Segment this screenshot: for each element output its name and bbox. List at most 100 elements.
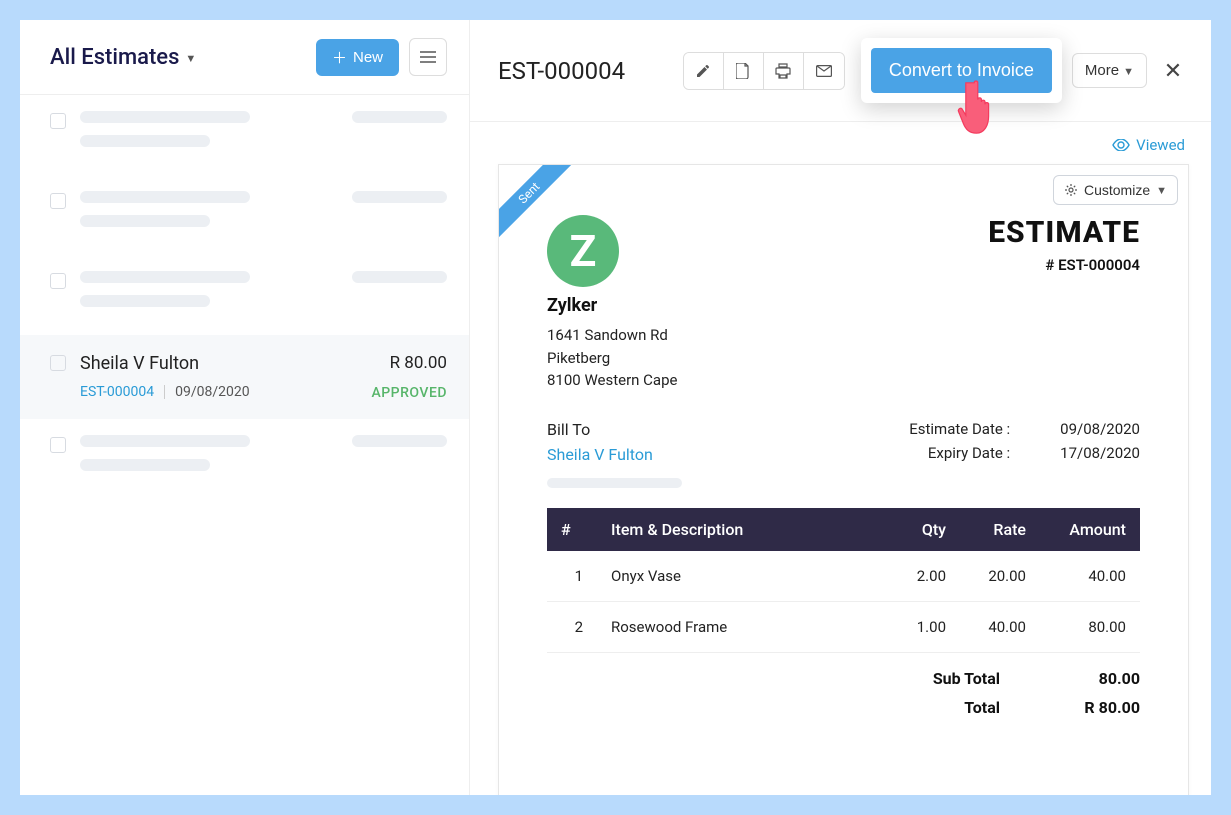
list-item[interactable] (20, 255, 469, 335)
more-button[interactable]: More ▼ (1072, 53, 1147, 88)
filter-dropdown[interactable]: All Estimates ▼ (50, 45, 196, 70)
placeholder-line (352, 271, 447, 283)
gear-icon (1064, 183, 1078, 197)
list-header: All Estimates ▼ ＋ New (20, 20, 469, 95)
ribbon-label: Sent (499, 165, 578, 242)
placeholder-line (80, 135, 210, 147)
pdf-icon (736, 63, 750, 79)
company-address-line: Piketberg (547, 347, 677, 370)
company-name: Zylker (547, 295, 677, 316)
row-estimate-number[interactable]: EST-000004 (80, 384, 154, 400)
placeholder-line (352, 111, 447, 123)
pencil-icon (695, 63, 711, 79)
placeholder-line (80, 191, 250, 203)
col-amount: Amount (1040, 508, 1140, 551)
row-checkbox[interactable] (50, 113, 66, 129)
list-item-selected[interactable]: Sheila V Fulton EST-000004 09/08/2020 R … (20, 335, 469, 419)
eye-icon (1112, 139, 1130, 151)
caret-down-icon: ▼ (185, 52, 196, 65)
placeholder-line (80, 111, 250, 123)
company-address-line: 8100 Western Cape (547, 369, 677, 392)
printer-icon (775, 63, 791, 79)
placeholder-line (80, 459, 210, 471)
placeholder-line (352, 191, 447, 203)
plus-icon: ＋ (332, 47, 347, 68)
row-date: 09/08/2020 (175, 384, 250, 400)
table-row: 1Onyx Vase2.0020.0040.00 (547, 551, 1140, 602)
placeholder-line (547, 478, 682, 488)
list-item[interactable] (20, 95, 469, 175)
placeholder-line (352, 435, 447, 447)
viewed-indicator: Viewed (498, 122, 1189, 164)
pdf-button[interactable] (724, 53, 764, 89)
placeholder-line (80, 295, 210, 307)
edit-button[interactable] (684, 53, 724, 89)
row-checkbox[interactable] (50, 193, 66, 209)
cell-rate: 20.00 (960, 551, 1040, 602)
row-checkbox[interactable] (50, 355, 66, 371)
estimate-number: # EST-000004 (988, 256, 1140, 274)
new-button[interactable]: ＋ New (316, 39, 399, 76)
estimate-heading: ESTIMATE (988, 215, 1140, 250)
divider (164, 385, 165, 399)
row-checkbox[interactable] (50, 437, 66, 453)
expiry-date-label: Expiry Date : (928, 444, 1010, 462)
more-label: More (1085, 62, 1119, 79)
customize-button[interactable]: Customize ▼ (1053, 175, 1178, 205)
col-rate: Rate (960, 508, 1040, 551)
detail-header: EST-000004 (470, 20, 1211, 122)
row-checkbox[interactable] (50, 273, 66, 289)
hamburger-icon (420, 51, 436, 63)
row-status: APPROVED (371, 385, 447, 401)
viewed-label: Viewed (1136, 136, 1185, 154)
col-index: # (547, 508, 597, 551)
cell-index: 2 (547, 601, 597, 652)
col-description: Item & Description (597, 508, 890, 551)
placeholder-line (80, 435, 250, 447)
bill-to-name[interactable]: Sheila V Fulton (547, 445, 682, 464)
cell-qty: 1.00 (890, 601, 960, 652)
subtotal-value: 80.00 (1060, 669, 1140, 688)
row-customer-name: Sheila V Fulton (80, 353, 357, 374)
caret-down-icon: ▼ (1156, 185, 1167, 197)
placeholder-line (80, 215, 210, 227)
cell-rate: 40.00 (960, 601, 1040, 652)
new-button-label: New (353, 49, 383, 66)
close-icon: ✕ (1164, 58, 1182, 83)
customize-label: Customize (1084, 182, 1150, 198)
table-row: 2Rosewood Frame1.0040.0080.00 (547, 601, 1140, 652)
col-qty: Qty (890, 508, 960, 551)
list-item[interactable] (20, 175, 469, 255)
total-label: Total (964, 698, 1000, 717)
total-value: R 80.00 (1060, 698, 1140, 717)
estimate-date-label: Estimate Date : (909, 420, 1010, 438)
estimate-detail-pane: EST-000004 (470, 20, 1211, 795)
totals-section: Sub Total 80.00 Total R 80.00 (547, 669, 1140, 717)
document-title: EST-000004 (498, 57, 625, 85)
convert-to-invoice-button[interactable]: Convert to Invoice (871, 48, 1052, 93)
estimates-list-pane: All Estimates ▼ ＋ New (20, 20, 470, 795)
list-menu-button[interactable] (409, 38, 447, 76)
filter-title: All Estimates (50, 45, 179, 70)
estimates-list: Sheila V Fulton EST-000004 09/08/2020 R … (20, 95, 469, 795)
list-item[interactable] (20, 419, 469, 499)
estimate-date-value: 09/08/2020 (1060, 420, 1140, 438)
action-toolbar (683, 52, 845, 90)
convert-popover: Convert to Invoice (861, 38, 1062, 103)
caret-down-icon: ▼ (1123, 66, 1134, 78)
bill-to-label: Bill To (547, 420, 682, 439)
print-button[interactable] (764, 53, 804, 89)
company-address-line: 1641 Sandown Rd (547, 324, 677, 347)
cell-description: Rosewood Frame (597, 601, 890, 652)
placeholder-line (80, 271, 250, 283)
cell-description: Onyx Vase (597, 551, 890, 602)
cell-qty: 2.00 (890, 551, 960, 602)
status-ribbon: Sent (499, 165, 579, 245)
cell-amount: 40.00 (1040, 551, 1140, 602)
email-button[interactable] (804, 53, 844, 89)
close-button[interactable]: ✕ (1157, 55, 1189, 87)
estimate-document: Customize ▼ Sent Z Zylker 1641 Sandown R… (498, 164, 1189, 795)
mail-icon (816, 65, 832, 77)
cell-index: 1 (547, 551, 597, 602)
subtotal-label: Sub Total (933, 669, 1000, 688)
